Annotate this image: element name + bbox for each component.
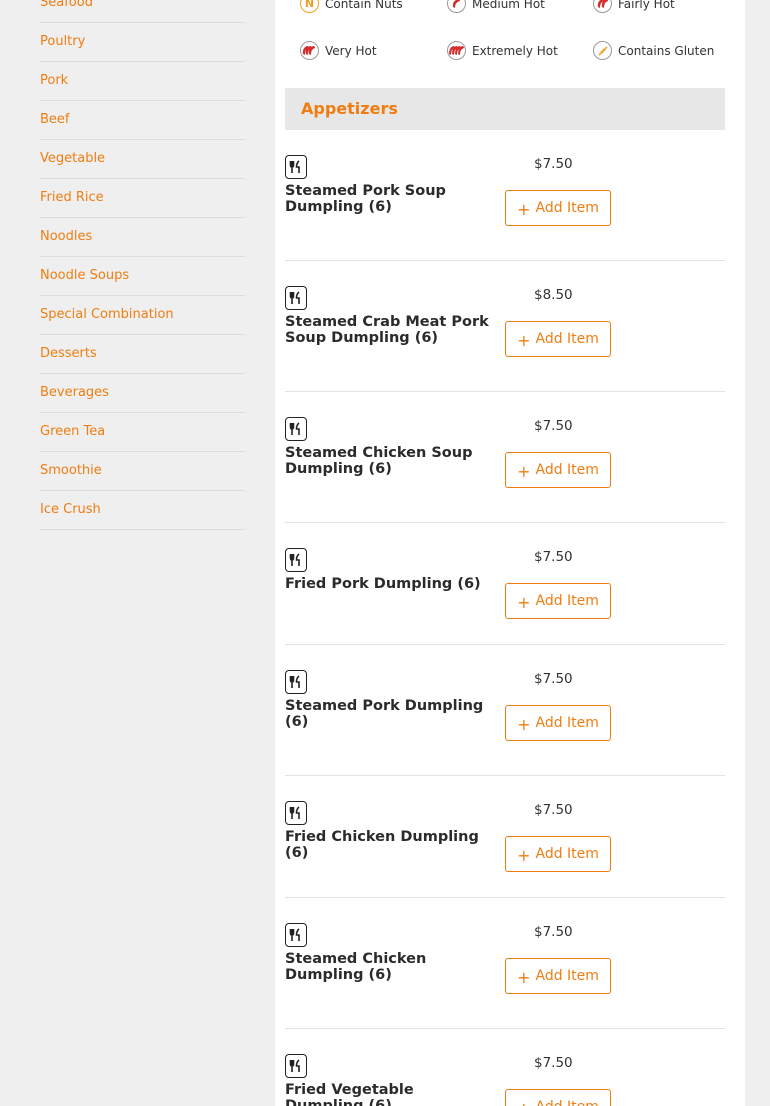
category-sidebar: Seafood Poultry Pork Beef Vegetable Frie… bbox=[40, 0, 245, 530]
sidebar-item-ice-crush[interactable]: Ice Crush bbox=[40, 491, 245, 530]
add-item-label: Add Item bbox=[535, 846, 599, 862]
menu-item: Steamed Chicken Soup Dumpling (6) $7.50 … bbox=[285, 417, 725, 523]
item-price: $7.50 bbox=[534, 549, 573, 565]
item-name: Fried Vegetable Dumpling (6) bbox=[285, 1082, 414, 1106]
item-price: $7.50 bbox=[534, 924, 573, 940]
add-item-button[interactable]: +Add Item bbox=[505, 321, 611, 357]
plus-icon: + bbox=[517, 199, 531, 219]
item-name: Steamed Chicken Dumpling (6) bbox=[285, 951, 427, 983]
menu-item: Fried Vegetable Dumpling (6) $7.50 + Add … bbox=[285, 1054, 725, 1106]
item-price: $7.50 bbox=[534, 156, 573, 172]
add-item-button[interactable]: +Add Item bbox=[505, 583, 611, 619]
menu-item: Steamed Pork Soup Dumpling (6) $7.50 + Ad… bbox=[285, 155, 725, 261]
plus-icon: + bbox=[517, 714, 531, 734]
menu-item: Fried Chicken Dumpling (6) $7.50 + Add It… bbox=[285, 801, 725, 898]
legend-label: Contain Nuts bbox=[325, 0, 403, 11]
menu-item: Steamed Chicken Dumpling (6) $7.50 + Add … bbox=[285, 923, 725, 1029]
item-name: Fried Pork Dumpling (6) bbox=[285, 576, 481, 592]
utensils-icon bbox=[285, 923, 307, 947]
add-item-button[interactable]: +Add Item bbox=[505, 836, 611, 872]
utensils-icon bbox=[285, 801, 307, 825]
utensils-icon bbox=[285, 155, 307, 179]
add-item-label: Add Item bbox=[535, 715, 599, 731]
legend-item-extremely-hot: Extremely Hot bbox=[447, 41, 558, 60]
sidebar-item-noodles[interactable]: Noodles bbox=[40, 218, 245, 257]
utensils-icon bbox=[285, 1054, 307, 1078]
menu-item: Steamed Crab Meat Pork Soup Dumpling (6)… bbox=[285, 286, 725, 392]
legend-label: Fairly Hot bbox=[618, 0, 675, 11]
item-name: Steamed Chicken Soup Dumpling (6) bbox=[285, 445, 473, 477]
legend-label: Contains Gluten bbox=[618, 43, 715, 58]
plus-icon: + bbox=[517, 461, 531, 481]
sidebar-item-beverages[interactable]: Beverages bbox=[40, 374, 245, 413]
item-price: $7.50 bbox=[534, 418, 573, 434]
plus-icon: + bbox=[517, 845, 531, 865]
add-item-label: Add Item bbox=[535, 593, 599, 609]
add-item-label: Add Item bbox=[535, 1099, 598, 1106]
sidebar-item-smoothie[interactable]: Smoothie bbox=[40, 452, 245, 491]
sidebar-item-fried-rice[interactable]: Fried Rice bbox=[40, 179, 245, 218]
plus-icon: + bbox=[517, 330, 531, 350]
gluten-icon bbox=[593, 41, 612, 60]
item-price: $7.50 bbox=[534, 1055, 573, 1071]
sidebar-item-green-tea[interactable]: Green Tea bbox=[40, 413, 245, 452]
menu-item: Fried Pork Dumpling (6) $7.50 + Add Item bbox=[285, 548, 725, 645]
plus-icon: + bbox=[517, 967, 531, 987]
item-price: $7.50 bbox=[534, 802, 573, 818]
fairly-hot-icon bbox=[593, 0, 612, 13]
extremely-hot-icon bbox=[447, 41, 466, 60]
sidebar-item-special-combination[interactable]: Special Combination bbox=[40, 296, 245, 335]
item-price: $8.50 bbox=[534, 287, 573, 303]
add-item-label: Add Item bbox=[535, 968, 599, 984]
legend-label: Very Hot bbox=[325, 43, 377, 58]
legend-item-contains-gluten: Contains Gluten bbox=[593, 41, 714, 60]
menu-item: Steamed Pork Dumpling (6) $7.50 + Add Ite… bbox=[285, 670, 725, 776]
utensils-icon bbox=[285, 548, 307, 572]
add-item-button[interactable]: +Add Item bbox=[505, 705, 611, 741]
legend-item-fairly-hot: Fairly Hot bbox=[593, 0, 675, 13]
add-item-button[interactable]: +Add Item bbox=[505, 958, 611, 994]
utensils-icon bbox=[285, 286, 307, 310]
sidebar-item-desserts[interactable]: Desserts bbox=[40, 335, 245, 374]
sidebar-item-pork[interactable]: Pork bbox=[40, 62, 245, 101]
legend-label: Extremely Hot bbox=[472, 43, 558, 58]
sidebar-item-noodle-soups[interactable]: Noodle Soups bbox=[40, 257, 245, 296]
plus-icon: + bbox=[517, 1099, 530, 1106]
add-item-button[interactable]: + Add Item bbox=[505, 1089, 611, 1106]
legend-item-medium-hot: Medium Hot bbox=[447, 0, 545, 13]
section-title-appetizers: Appetizers bbox=[285, 88, 725, 130]
item-name: Fried Chicken Dumpling (6) bbox=[285, 829, 479, 861]
very-hot-icon bbox=[300, 41, 319, 60]
sidebar-item-seafood[interactable]: Seafood bbox=[40, 0, 245, 23]
item-name: Steamed Pork Dumpling (6) bbox=[285, 698, 484, 730]
add-item-button[interactable]: +Add Item bbox=[505, 452, 611, 488]
utensils-icon bbox=[285, 417, 307, 441]
sidebar-item-poultry[interactable]: Poultry bbox=[40, 23, 245, 62]
item-price: $7.50 bbox=[534, 671, 573, 687]
legend-label: Medium Hot bbox=[472, 0, 545, 11]
utensils-icon bbox=[285, 670, 307, 694]
add-item-label: Add Item bbox=[535, 200, 599, 216]
item-name: Steamed Pork Soup Dumpling (6) bbox=[285, 183, 446, 215]
sidebar-item-vegetable[interactable]: Vegetable bbox=[40, 140, 245, 179]
add-item-button[interactable]: +Add Item bbox=[505, 190, 611, 226]
sidebar-item-beef[interactable]: Beef bbox=[40, 101, 245, 140]
item-name: Steamed Crab Meat Pork Soup Dumpling (6) bbox=[285, 314, 489, 346]
nuts-icon: N bbox=[300, 0, 319, 13]
menu-panel: N Contain Nuts Medium Hot Fairly Hot Ver… bbox=[275, 0, 745, 1106]
legend-item-very-hot: Very Hot bbox=[300, 41, 377, 60]
add-item-label: Add Item bbox=[535, 462, 599, 478]
plus-icon: + bbox=[517, 592, 531, 612]
add-item-label: Add Item bbox=[535, 331, 599, 347]
medium-hot-icon bbox=[447, 0, 466, 13]
legend-item-contain-nuts: N Contain Nuts bbox=[300, 0, 403, 13]
